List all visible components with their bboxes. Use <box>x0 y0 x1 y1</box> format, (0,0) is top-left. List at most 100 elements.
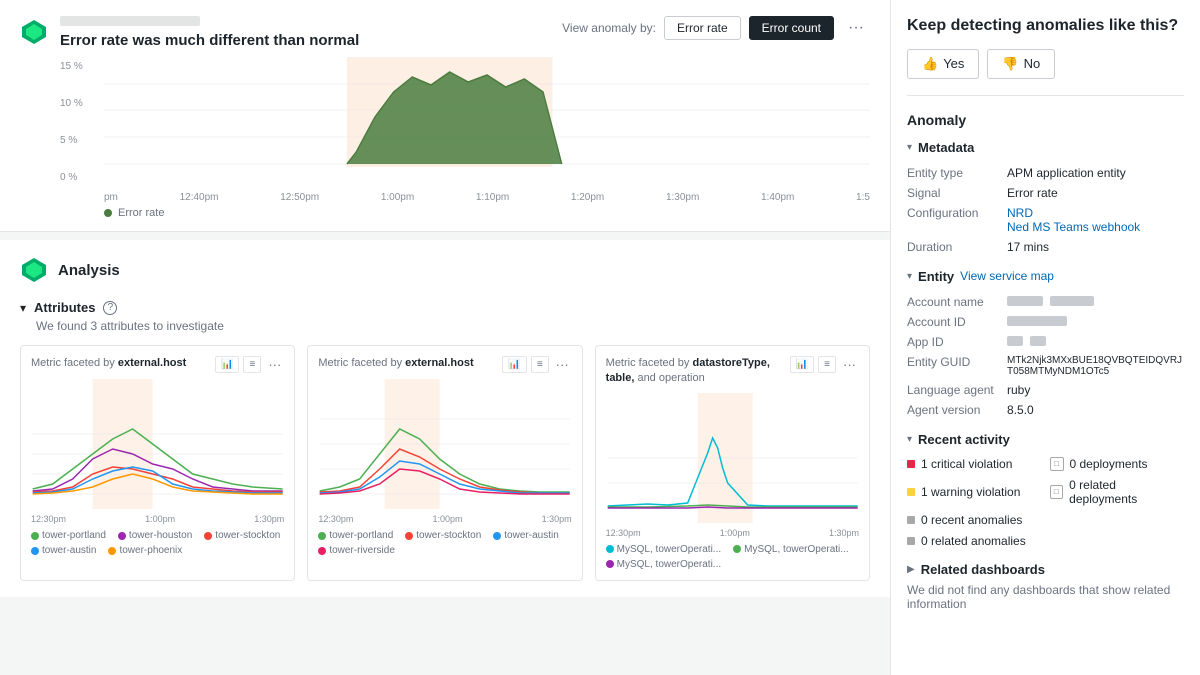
c3-x2: 1:00pm <box>720 528 750 538</box>
error-rate-btn[interactable]: Error rate <box>664 16 741 40</box>
right-sidebar: Keep detecting anomalies like this? 👍 Ye… <box>890 0 1200 675</box>
activity-related-anomalies: 0 related anomalies <box>907 532 1042 550</box>
meta-config-webhook[interactable]: Ned MS Teams webhook <box>1007 220 1140 234</box>
entity-app-id-val <box>1007 335 1184 349</box>
activity-critical: 1 critical violation <box>907 455 1042 473</box>
thumbs-up-icon: 👍 <box>922 56 938 72</box>
panel-title: Error rate was much different than norma… <box>60 32 359 49</box>
meta-entity-type-key: Entity type <box>907 166 1007 180</box>
metadata-header[interactable]: ▾ Metadata <box>907 140 1184 155</box>
analysis-logo <box>20 256 48 284</box>
legend-dot-error-rate <box>104 209 112 217</box>
view-service-map-link[interactable]: View service map <box>960 269 1054 283</box>
chart-1-table-btn[interactable]: ≡ <box>243 356 261 373</box>
deploy-item-0: □ 0 deployments <box>1050 455 1185 473</box>
chart-3-legend: MySQL, towerOperati... MySQL, towerOpera… <box>606 544 859 570</box>
x-label-110: 1:10pm <box>476 192 509 203</box>
related-dashboards-header[interactable]: ▶ Related dashboards <box>907 562 1184 577</box>
small-chart-3 <box>606 393 859 523</box>
attributes-help-icon[interactable]: ? <box>103 301 117 315</box>
entity-guid-val: MTk2Njk3MXxBUE18QVBQTEIDQVRJT058MTMyNDM1… <box>1007 355 1184 377</box>
legend-label-error-rate: Error rate <box>118 207 164 219</box>
c1-x2: 1:00pm <box>145 514 175 524</box>
related-chevron: ▶ <box>907 564 915 575</box>
chart-3-bar-btn[interactable]: 📊 <box>790 356 814 373</box>
activity-warning: 1 warning violation <box>907 476 1042 508</box>
y-label-10: 10 % <box>60 98 83 109</box>
x-label-1240: 12:40pm <box>180 192 219 203</box>
no-button[interactable]: 👎 No <box>987 49 1055 79</box>
chart-card-1: Metric faceted by external.host 📊 ≡ ··· <box>20 345 295 581</box>
deploy-icon-related: □ <box>1050 485 1064 499</box>
view-anomaly-label: View anomaly by: <box>562 21 656 35</box>
c2-x1: 12:30pm <box>318 514 353 524</box>
y-label-0: 0 % <box>60 172 83 183</box>
yes-button[interactable]: 👍 Yes <box>907 49 979 79</box>
chart-card-3: Metric faceted by datastoreType, table, … <box>595 345 870 581</box>
chart-2-bar-btn[interactable]: 📊 <box>502 356 526 373</box>
entity-account-id-val <box>1007 315 1184 329</box>
chart-1-legend: tower-portland tower-houston tower-stock… <box>31 530 284 556</box>
chart-2-more-btn[interactable]: ··· <box>553 356 572 373</box>
chart-3-table-btn[interactable]: ≡ <box>818 356 836 373</box>
anomalies-dot <box>907 516 915 524</box>
entity-chevron: ▾ <box>907 271 912 282</box>
breadcrumb <box>60 16 200 26</box>
x-label-pm: pm <box>104 192 118 203</box>
related-dashboards-text: We did not find any dashboards that show… <box>907 583 1184 611</box>
entity-account-name-key: Account name <box>907 295 1007 309</box>
entity-agent-val: 8.5.0 <box>1007 403 1184 417</box>
metadata-table: Entity type APM application entity Signa… <box>907 163 1184 257</box>
entity-label: Entity <box>918 269 954 284</box>
activity-anomalies: 0 recent anomalies <box>907 511 1042 529</box>
chart-2-legend: tower-portland tower-stockton tower-aust… <box>318 530 571 556</box>
attributes-toggle[interactable]: ▾ <box>20 301 26 315</box>
chart-1-more-btn[interactable]: ··· <box>265 356 284 373</box>
more-options-btn[interactable]: ··· <box>842 17 870 39</box>
analysis-title: Analysis <box>58 262 120 279</box>
c1-x1: 12:30pm <box>31 514 66 524</box>
chart-3-more-btn[interactable]: ··· <box>840 356 859 373</box>
chart-card-2-title: Metric faceted by external.host <box>318 356 473 371</box>
meta-duration-key: Duration <box>907 240 1007 254</box>
x-label-130: 1:30pm <box>666 192 699 203</box>
related-anomalies-dot <box>907 537 915 545</box>
x-label-100: 1:00pm <box>381 192 414 203</box>
x-label-120: 1:20pm <box>571 192 604 203</box>
warning-dot <box>907 488 915 496</box>
meta-signal-key: Signal <box>907 186 1007 200</box>
related-dashboards-label: Related dashboards <box>921 562 1045 577</box>
recent-activity-header[interactable]: ▾ Recent activity <box>907 432 1184 447</box>
critical-dot <box>907 460 915 468</box>
c2-x3: 1:30pm <box>542 514 572 524</box>
anomaly-title: Anomaly <box>907 112 1184 128</box>
entity-table: Account name Account ID App ID <box>907 292 1184 420</box>
c2-x2: 1:00pm <box>432 514 462 524</box>
entity-account-id-key: Account ID <box>907 315 1007 329</box>
attributes-label: Attributes <box>34 300 95 315</box>
meta-signal-val: Error rate <box>1007 186 1184 200</box>
c3-x1: 12:30pm <box>606 528 641 538</box>
entity-lang-val: ruby <box>1007 383 1184 397</box>
x-label-140: 1:40pm <box>761 192 794 203</box>
entity-app-id-key: App ID <box>907 335 1007 349</box>
deploy-icon-0: □ <box>1050 457 1064 471</box>
chart-2-table-btn[interactable]: ≡ <box>531 356 549 373</box>
error-count-btn[interactable]: Error count <box>749 16 834 40</box>
y-label-5: 5 % <box>60 135 83 146</box>
entity-account-name-val <box>1007 295 1184 309</box>
entity-lang-key: Language agent <box>907 383 1007 397</box>
meta-duration-val: 17 mins <box>1007 240 1184 254</box>
keep-detecting-section: Keep detecting anomalies like this? 👍 Ye… <box>907 16 1184 96</box>
recent-activity-content: 1 critical violation □ 0 deployments 1 w… <box>907 455 1184 550</box>
y-label-15: 15 % <box>60 61 83 72</box>
chart-card-2: Metric faceted by external.host 📊 ≡ ··· <box>307 345 582 581</box>
entity-agent-key: Agent version <box>907 403 1007 417</box>
meta-config-key: Configuration <box>907 206 1007 234</box>
keep-detecting-title: Keep detecting anomalies like this? <box>907 16 1184 37</box>
meta-entity-type-val: APM application entity <box>1007 166 1184 180</box>
thumbs-down-icon: 👎 <box>1002 56 1018 72</box>
chart-1-bar-btn[interactable]: 📊 <box>215 356 239 373</box>
meta-config-nrd[interactable]: NRD <box>1007 206 1033 220</box>
recent-activity-label: Recent activity <box>918 432 1010 447</box>
